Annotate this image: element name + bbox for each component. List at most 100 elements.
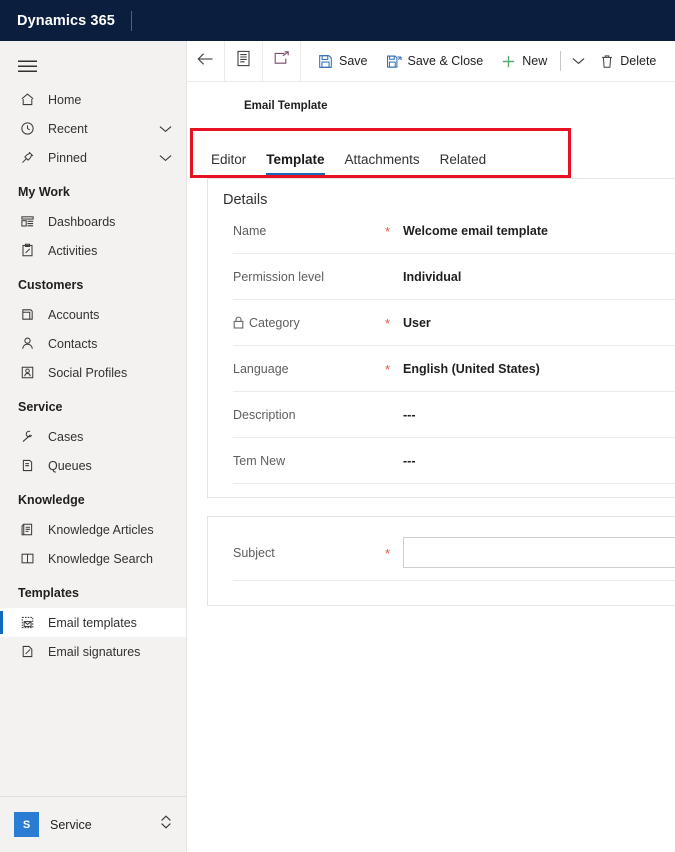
dashboard-icon	[18, 212, 37, 231]
field-value-language[interactable]: English (United States)	[403, 362, 675, 376]
sidebar-group-title: Templates	[18, 586, 79, 600]
article-icon	[18, 520, 37, 539]
sidebar-item-label: Email templates	[48, 615, 137, 630]
save-and-close-button[interactable]: Save & Close	[377, 41, 493, 81]
new-button[interactable]: New	[492, 41, 556, 81]
save-disk-icon	[318, 54, 333, 69]
sidebar-item-home[interactable]: Home	[0, 85, 186, 114]
chevron-up-down-icon[interactable]	[160, 814, 172, 835]
sidebar-item-label: Contacts	[48, 336, 98, 351]
app-brand-bar: Dynamics 365	[0, 0, 675, 41]
form-body: Details Name * Welcome email template Pe…	[187, 178, 675, 852]
sidebar-item-label: Dashboards	[48, 214, 116, 229]
sidebar-item-recent[interactable]: Recent	[0, 114, 186, 143]
sidebar-item-contacts[interactable]: Contacts	[0, 329, 186, 358]
field-row-permission-level: Permission level Individual	[233, 254, 675, 300]
book-search-icon	[18, 549, 37, 568]
back-arrow-icon	[197, 52, 214, 71]
sitemap-toggle-button[interactable]	[0, 47, 186, 85]
app-switcher-button[interactable]: S Service	[0, 796, 186, 852]
open-in-new-window-button[interactable]	[263, 41, 301, 81]
brand-divider	[130, 10, 132, 31]
field-label-text: Name	[233, 223, 267, 238]
sidebar-item-label: Home	[48, 92, 82, 107]
tab-attachments[interactable]: Attachments	[335, 152, 430, 178]
field-label: Permission level	[233, 270, 385, 284]
tab-related[interactable]: Related	[430, 152, 497, 178]
overflow-menu-button[interactable]	[565, 41, 591, 81]
field-label: Subject	[233, 546, 385, 560]
command-divider	[560, 51, 562, 71]
pin-icon	[18, 148, 37, 167]
field-value-name[interactable]: Welcome email template	[403, 224, 675, 238]
lock-icon	[233, 316, 244, 329]
form-selector-button[interactable]	[225, 41, 263, 81]
field-value-tem-new[interactable]: ---	[403, 454, 675, 468]
sidebar-item-cases[interactable]: Cases	[0, 422, 186, 451]
save-button[interactable]: Save	[309, 41, 377, 81]
sidebar-item-label: Knowledge Articles	[48, 522, 154, 537]
required-indicator: *	[385, 362, 391, 377]
sidebar-item-label: Social Profiles	[48, 365, 128, 380]
field-label-text: Description	[233, 407, 296, 422]
sidebar-item-activities[interactable]: Activities	[0, 236, 186, 265]
sidebar-item-dashboards[interactable]: Dashboards	[0, 207, 186, 236]
details-section-card: Details Name * Welcome email template Pe…	[207, 178, 675, 498]
sidebar-item-knowledge-articles[interactable]: Knowledge Articles	[0, 515, 186, 544]
required-indicator-placeholder	[385, 414, 403, 416]
sidebar-item-queues[interactable]: Queues	[0, 451, 186, 480]
sidebar-item-accounts[interactable]: Accounts	[0, 300, 186, 329]
required-indicator-placeholder	[385, 276, 403, 278]
field-value-permission-level[interactable]: Individual	[403, 270, 675, 284]
sitemap-scroll-area: Home Recent Pinned My Work Dashboards Ac…	[0, 41, 186, 796]
field-label: Language	[233, 362, 385, 376]
field-value-description[interactable]: ---	[403, 408, 675, 422]
required-indicator: *	[385, 316, 391, 331]
sidebar-item-label: Queues	[48, 458, 92, 473]
sidebar-item-label: Recent	[48, 121, 88, 136]
sidebar-group-title: Customers	[18, 278, 84, 292]
subject-input[interactable]	[403, 537, 675, 568]
hamburger-icon	[18, 60, 37, 73]
sidebar-group-title: My Work	[18, 185, 70, 199]
field-row-description: Description ---	[233, 392, 675, 438]
delete-button-label: Delete	[620, 54, 657, 68]
chevron-down-icon[interactable]	[159, 122, 172, 136]
plus-icon	[501, 54, 516, 69]
field-row-subject: Subject *	[233, 525, 675, 581]
field-row-category: Category * User	[233, 300, 675, 346]
field-label-text: Tem New	[233, 453, 286, 468]
sidebar-item-pinned[interactable]: Pinned	[0, 143, 186, 172]
app-switcher-label: Service	[50, 817, 92, 832]
email-template-icon	[18, 613, 37, 632]
form-tablist: Editor Template Attachments Related	[187, 132, 675, 178]
sidebar-item-email-signatures[interactable]: Email signatures	[0, 637, 186, 666]
sidebar-item-email-templates[interactable]: Email templates	[0, 608, 186, 637]
tabs-strip: Editor Template Attachments Related	[187, 128, 675, 178]
sidebar-item-knowledge-search[interactable]: Knowledge Search	[0, 544, 186, 573]
sidebar-item-label: Email signatures	[48, 644, 141, 659]
field-label-text: Subject	[233, 545, 275, 560]
sidebar-group-title: Service	[18, 400, 63, 414]
clock-icon	[18, 119, 37, 138]
app-title: Dynamics 365	[17, 12, 115, 29]
sidebar-item-social-profiles[interactable]: Social Profiles	[0, 358, 186, 387]
form-list-icon	[236, 50, 251, 72]
field-label-text: Category	[249, 315, 300, 330]
sidebar-item-label: Activities	[48, 243, 98, 258]
record-entity-label: Email Template	[244, 100, 328, 112]
home-icon	[18, 90, 37, 109]
required-indicator: *	[385, 224, 391, 239]
tab-editor[interactable]: Editor	[201, 152, 256, 178]
field-row-tem-new: Tem New ---	[233, 438, 675, 484]
chevron-down-icon[interactable]	[159, 151, 172, 165]
field-label: Tem New	[233, 454, 385, 468]
main-content-pane: Save Save & Close New Delete Email Templ…	[187, 41, 675, 852]
field-value-category[interactable]: User	[403, 316, 675, 330]
activities-icon	[18, 241, 37, 260]
tab-template[interactable]: Template	[256, 152, 334, 178]
delete-button[interactable]: Delete	[591, 41, 665, 81]
field-row-name: Name * Welcome email template	[233, 208, 675, 254]
details-section-title: Details	[223, 192, 268, 208]
back-button[interactable]	[187, 41, 225, 81]
